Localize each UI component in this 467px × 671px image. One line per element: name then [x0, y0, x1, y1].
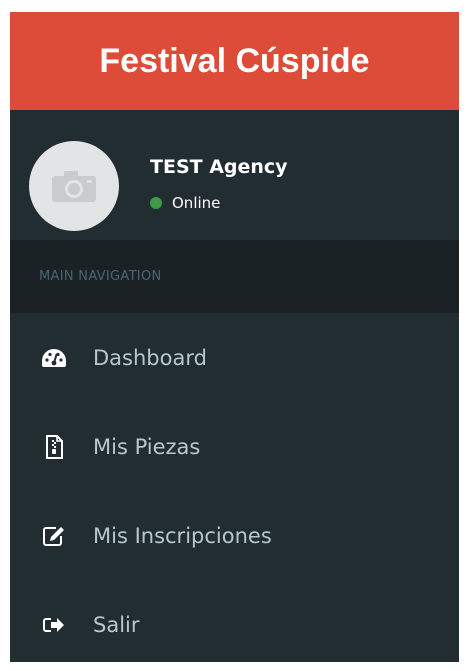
nav-item-label: Salir	[93, 612, 140, 637]
brand-header[interactable]: Festival Cúspide	[10, 12, 459, 110]
camera-icon	[52, 171, 96, 202]
nav-section-header: MAIN NAVIGATION	[10, 240, 459, 313]
user-name: TEST Agency	[150, 156, 288, 178]
sidebar: Festival Cúspide TEST Agency Online MAIN…	[10, 12, 459, 662]
online-status-icon	[150, 197, 162, 209]
nav-item-label: Mis Inscripciones	[93, 523, 272, 548]
dashboard-icon	[39, 346, 69, 370]
user-panel: TEST Agency Online	[10, 110, 459, 240]
nav-item-label: Mis Piezas	[93, 434, 201, 459]
sign-out-icon	[39, 613, 69, 637]
nav-item-dashboard[interactable]: Dashboard	[10, 313, 459, 402]
brand-title: Festival Cúspide	[99, 41, 370, 80]
user-status: Online	[150, 194, 220, 212]
nav-item-mis-inscripciones[interactable]: Mis Inscripciones	[10, 491, 459, 580]
edit-icon	[39, 524, 69, 548]
nav-item-mis-piezas[interactable]: Mis Piezas	[10, 402, 459, 491]
file-icon	[39, 434, 69, 459]
avatar	[29, 141, 119, 231]
nav-item-label: Dashboard	[93, 345, 207, 370]
nav-item-salir[interactable]: Salir	[10, 580, 459, 662]
status-label: Online	[172, 194, 221, 212]
